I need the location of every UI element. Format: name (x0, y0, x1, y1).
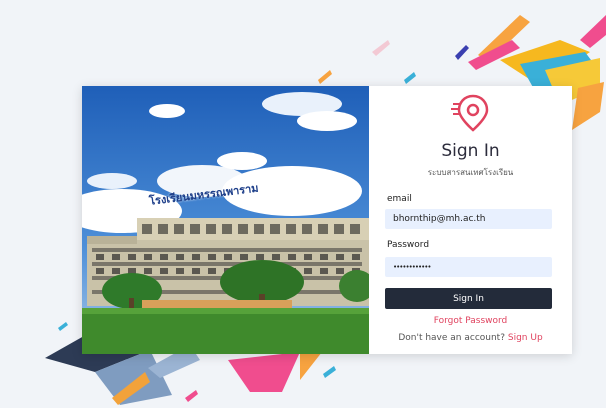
page-subtitle: ระบบสารสนเทศโรงเรียน (427, 168, 514, 177)
email-label: email (387, 194, 412, 204)
email-field[interactable] (385, 209, 552, 229)
location-pin-icon (450, 94, 488, 132)
password-label: Password (387, 240, 430, 250)
school-photo: โรงเรียนมหรรณพาราม (82, 86, 369, 354)
signup-link[interactable]: Sign Up (508, 333, 543, 343)
password-field[interactable] (385, 257, 552, 277)
signup-row: Don't have an account? Sign Up (369, 333, 572, 343)
login-card: โรงเรียนมหรรณพาราม Sign In ระบบสารสนเทศโ… (82, 86, 572, 354)
signin-form: Sign In ระบบสารสนเทศโรงเรียน email Passw… (369, 86, 572, 354)
signup-prompt: Don't have an account? (398, 333, 508, 343)
page-title: Sign In (441, 141, 500, 161)
forgot-password-link[interactable]: Forgot Password (369, 316, 572, 326)
signin-button[interactable]: Sign In (385, 288, 552, 309)
app-logo (369, 92, 572, 138)
